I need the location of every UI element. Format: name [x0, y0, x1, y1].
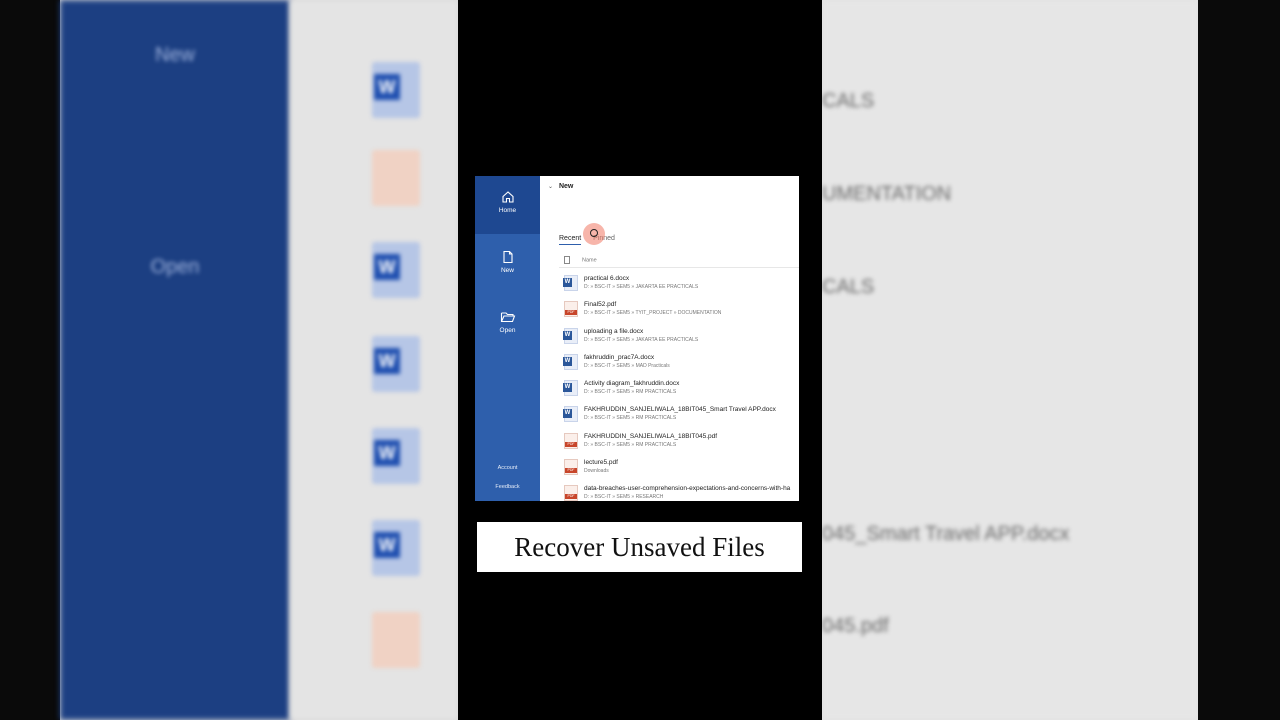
nav-feedback[interactable]: Feedback [475, 484, 540, 490]
pdf-file-icon [372, 612, 420, 668]
file-name: uploading a file.docx [584, 327, 644, 335]
file-name: fakhruddin_prac7A.docx [584, 353, 655, 361]
file-row[interactable]: FAKHRUDDIN_SANJELIWALA_18BIT045.pdfD: » … [562, 429, 799, 455]
file-name: Final52.pdf [584, 301, 617, 309]
nav-new[interactable]: New [475, 250, 540, 274]
background-fragment: CALS [822, 276, 875, 298]
background-nav-blur [60, 0, 290, 720]
file-name: Activity diagram_fakhruddin.docx [584, 380, 680, 388]
pdf-file-icon [564, 301, 578, 318]
file-path: D: » BSC-IT » SEM5 » JAKARTA EE PRACTICA… [584, 336, 699, 343]
background-fragment: 045_Smart Travel APP.docx [822, 523, 1070, 545]
file-name: data-breaches-user-comprehension-expecta… [584, 485, 791, 493]
word-file-icon [372, 428, 420, 484]
nav-account[interactable]: Account [475, 465, 540, 471]
word-file-icon [372, 242, 420, 298]
file-row[interactable]: Final52.pdfD: » BSC-IT » SEM5 » TYIT_PRO… [562, 297, 799, 323]
new-section-label: New [558, 183, 574, 190]
file-row[interactable]: Activity diagram_fakhruddin.docxD: » BSC… [562, 376, 799, 402]
nav-home-label: Home [498, 207, 517, 214]
file-name: FAKHRUDDIN_SANJELIWALA_18BIT045.pdf [584, 432, 718, 440]
header-divider [559, 267, 799, 268]
file-path: D: » BSC-IT » SEM5 » RM PRACTICALS [584, 415, 677, 422]
nav-home[interactable]: Home [475, 190, 540, 214]
background-fragment: 045.pdf [822, 615, 889, 637]
background-fragment: UMENTATION [822, 183, 952, 205]
word-file-icon [563, 327, 578, 344]
home-icon [501, 191, 514, 203]
pdf-file-icon [564, 459, 578, 476]
pdf-file-icon [564, 432, 578, 449]
pdf-file-icon [372, 150, 420, 206]
background-list-blur [822, 0, 1198, 720]
file-name: FAKHRUDDIN_SANJELIWALA_18BIT045_Smart Tr… [584, 406, 776, 414]
background-left-panel: New Open [0, 0, 458, 720]
file-path: D: » BSC-IT » SEM5 » TYIT_PROJECT » DOCU… [584, 310, 722, 317]
background-black-bar [1198, 0, 1280, 720]
file-path: D: » BSC-IT » SEM5 » RM PRACTICALS [584, 441, 677, 448]
background-open-label: Open [150, 256, 200, 278]
nav-open-label: Open [499, 327, 516, 334]
file-name: practical 6.docx [584, 275, 630, 282]
backstage-main: ⌄ New Recent Pinned Name practical 6.doc… [540, 176, 799, 501]
file-path: D: » BSC-IT » SEM5 » RESEARCH [584, 494, 664, 501]
name-column-label: Name [582, 257, 597, 264]
file-row[interactable]: fakhruddin_prac7A.docxD: » BSC-IT » SEM5… [562, 350, 799, 376]
background-new-label: New [154, 44, 195, 66]
recent-file-list: practical 6.docx D: » BSC-IT » SEM5 » JAK… [562, 271, 799, 501]
word-file-icon [563, 380, 578, 397]
chevron-down-icon: ⌄ [548, 184, 554, 190]
new-section-header[interactable]: ⌄ New [548, 183, 573, 190]
video-caption: Recover Unsaved Files [477, 522, 802, 572]
open-folder-icon [500, 312, 515, 323]
file-path: D: » BSC-IT » SEM5 » RM PRACTICALS [584, 389, 677, 396]
document-type-icon [564, 256, 570, 264]
word-file-icon [372, 336, 420, 392]
mouse-cursor-highlight [583, 223, 605, 245]
file-row[interactable]: lecture5.pdfDownloads [562, 455, 799, 481]
file-path: D: » BSC-IT » SEM5 » JAKARTA EE PRACTICA… [584, 284, 699, 290]
nav-new-label: New [500, 267, 514, 274]
file-name: lecture5.pdf [584, 459, 618, 467]
new-document-icon [502, 250, 513, 264]
name-column-header[interactable]: Name [564, 256, 597, 264]
background-black-bar [0, 0, 60, 720]
file-row[interactable]: data-breaches-user-comprehension-expecta… [562, 481, 799, 501]
file-row[interactable]: uploading a file.docxD: » BSC-IT » SEM5 … [562, 324, 799, 350]
backstage-nav: Home New Open Account Feedback [475, 176, 540, 501]
pdf-file-icon [564, 485, 578, 501]
word-file-icon [563, 275, 578, 291]
word-file-icon [563, 353, 578, 370]
background-fragment: CALS [822, 90, 875, 112]
tab-recent[interactable]: Recent [559, 235, 582, 245]
file-path: D: » BSC-IT » SEM5 » MAD Practicals [584, 362, 670, 369]
file-path: Downloads [584, 468, 609, 475]
nav-open[interactable]: Open [475, 310, 540, 334]
word-file-icon [372, 62, 420, 118]
file-row[interactable]: practical 6.docx D: » BSC-IT » SEM5 » JAK… [562, 271, 799, 297]
word-backstage-window: Home New Open Account Feedback ⌄ New Rec… [475, 176, 799, 501]
word-file-icon [563, 406, 578, 423]
file-row[interactable]: FAKHRUDDIN_SANJELIWALA_18BIT045_Smart Tr… [562, 402, 799, 428]
word-file-icon [372, 520, 420, 576]
background-right-panel: CALS UMENTATION CALS 045_Smart Travel AP… [822, 0, 1280, 720]
